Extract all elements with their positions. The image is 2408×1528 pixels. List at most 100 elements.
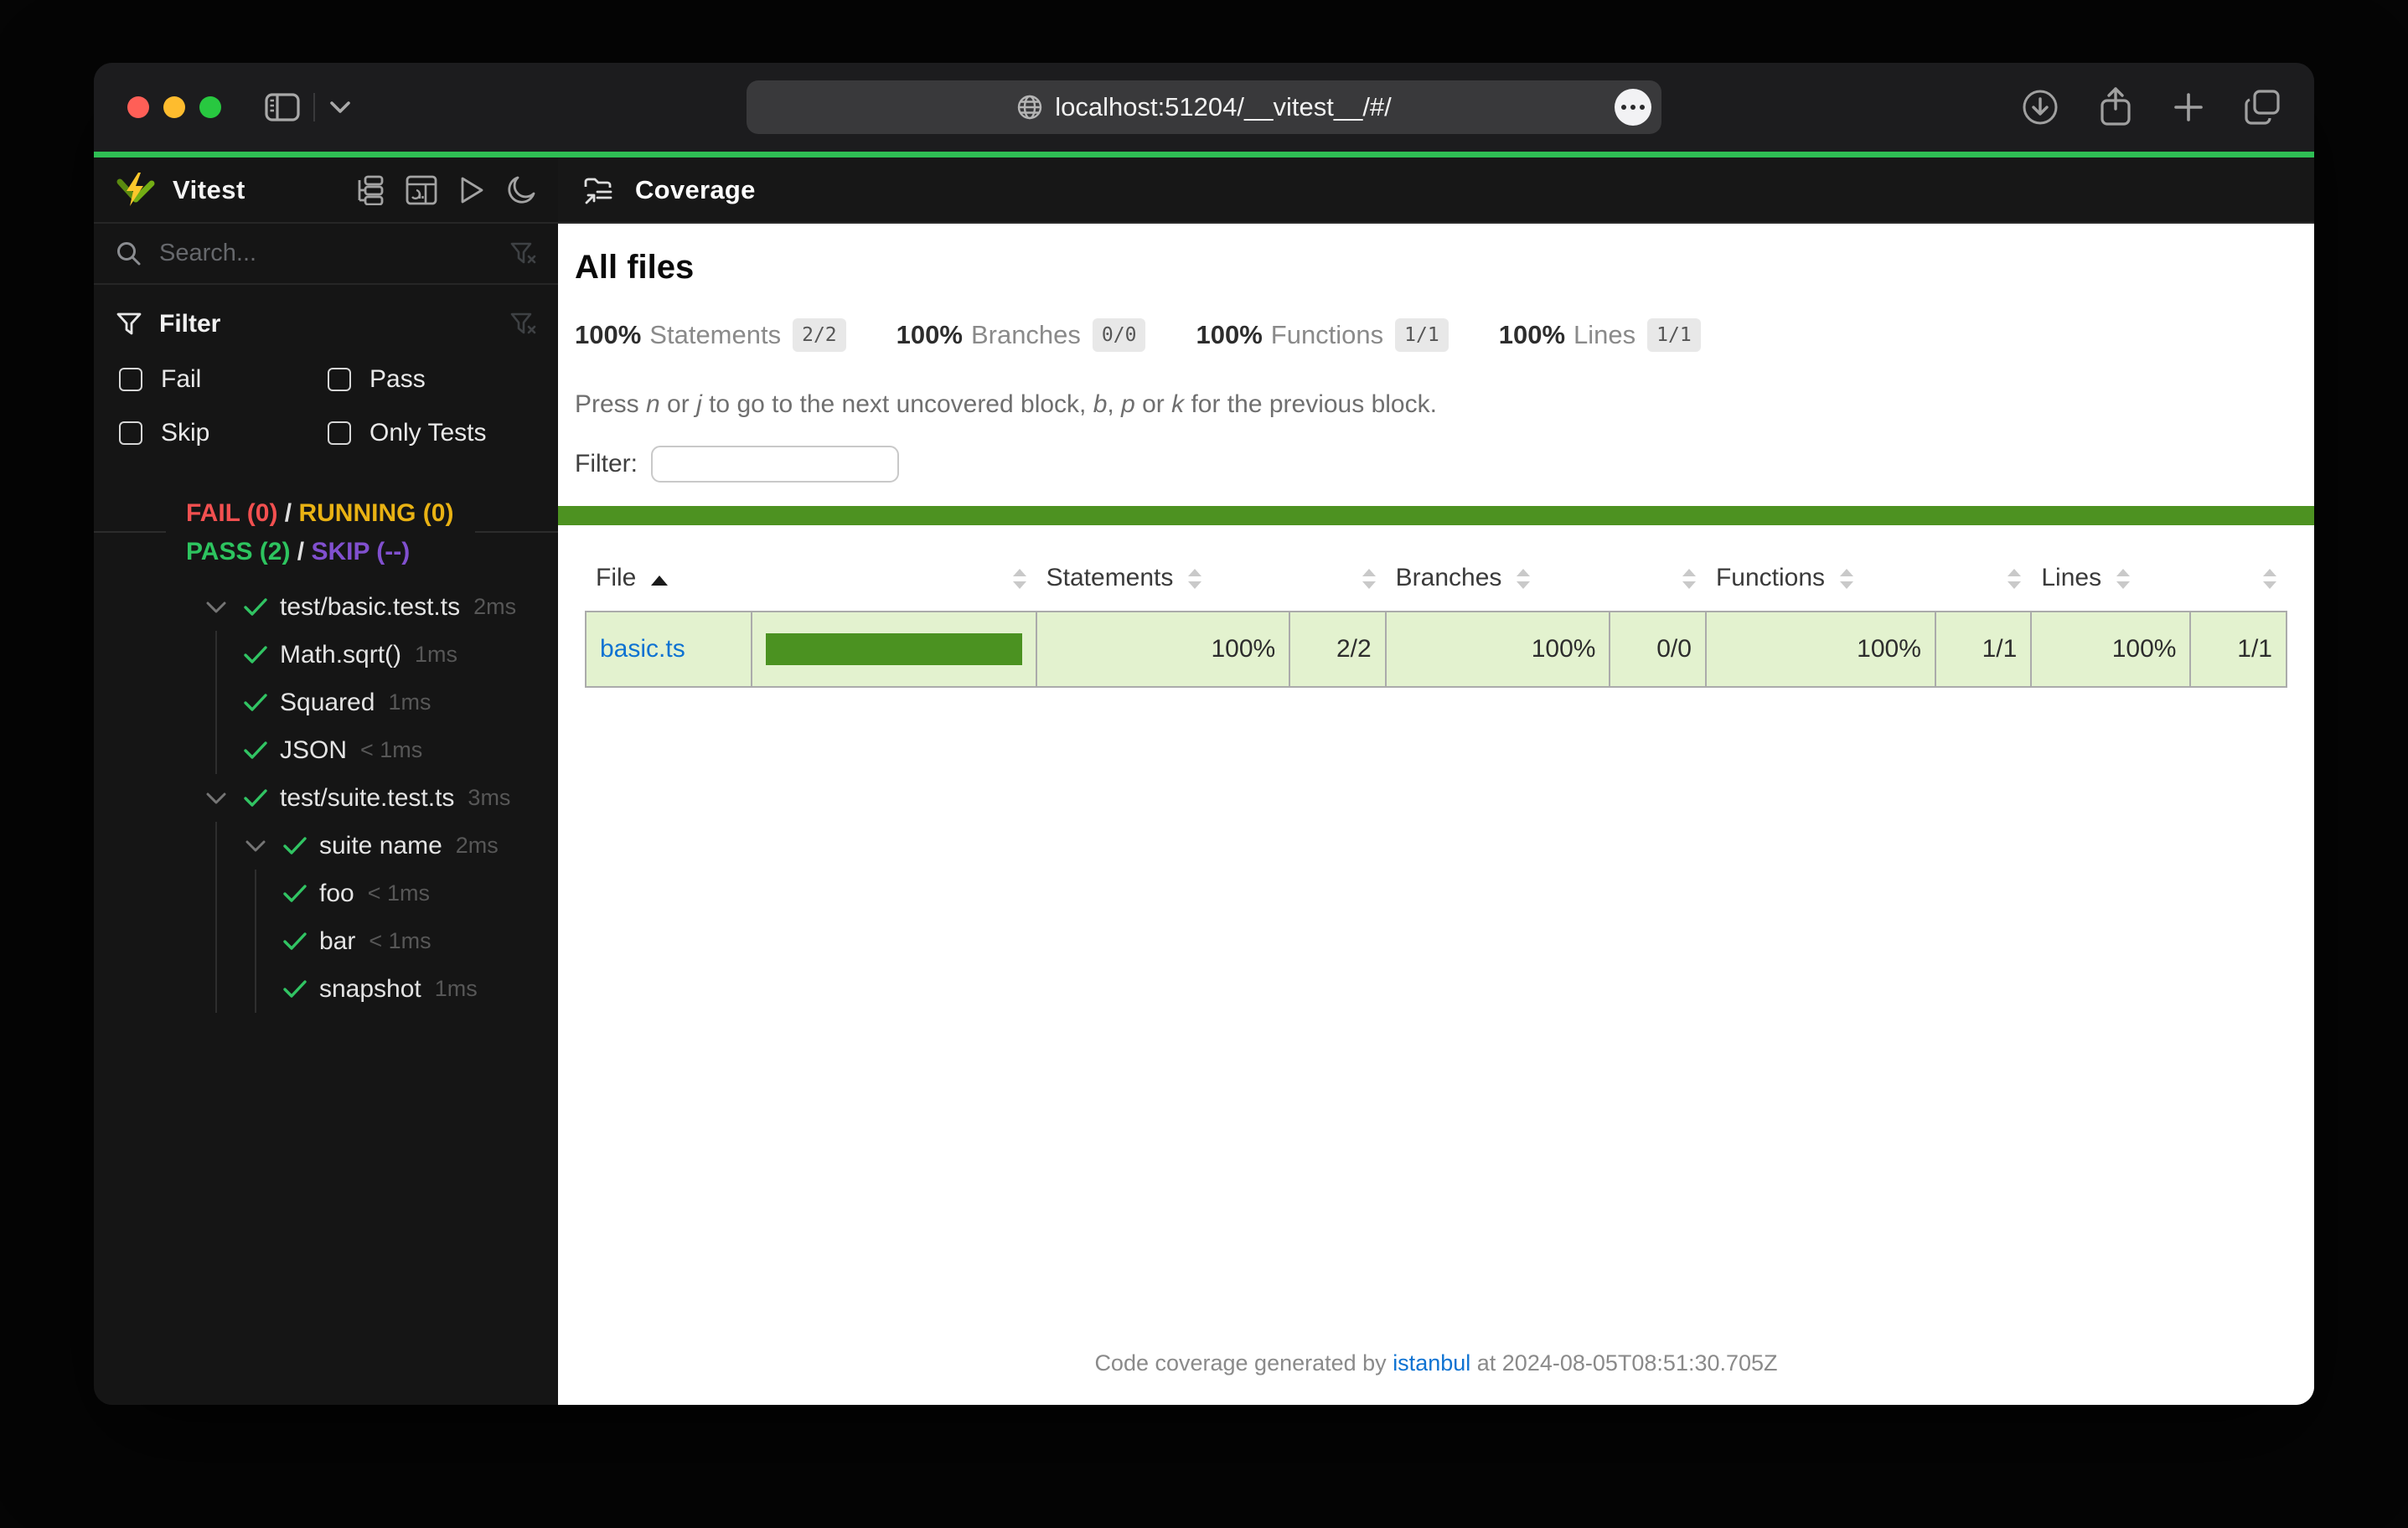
filter-checkbox[interactable]: Pass: [328, 365, 536, 394]
test-name: suite name: [319, 831, 442, 860]
clear-filter-icon[interactable]: [509, 241, 536, 266]
tree-row[interactable]: test/suite.test.ts 3ms: [94, 774, 558, 822]
chevron-down-icon[interactable]: [196, 774, 235, 822]
test-duration: 2ms: [473, 594, 517, 619]
download-icon: [2023, 90, 2058, 125]
column-header-functions[interactable]: Functions: [1706, 545, 1935, 612]
stat-label: Lines: [1573, 320, 1636, 349]
column-header-lines-fraction[interactable]: [2190, 545, 2287, 612]
pass-count: PASS (2): [186, 538, 291, 565]
tree-view-button[interactable]: [355, 175, 385, 205]
checkbox[interactable]: [328, 421, 351, 445]
check-icon: [235, 679, 275, 726]
tree-indent-guide: [235, 965, 275, 1013]
stat-percent: 100%: [1498, 320, 1566, 349]
test-name: test/basic.test.ts: [280, 592, 461, 621]
column-header-functions-fraction[interactable]: [1935, 545, 2031, 612]
sort-icon: [1188, 569, 1202, 590]
toolbar-divider: [313, 93, 315, 121]
file-link[interactable]: basic.ts: [600, 635, 685, 663]
filter-checkbox[interactable]: Skip: [119, 419, 328, 447]
coverage-stat: 100% Statements 2/2: [575, 318, 846, 352]
coverage-table: File Statements Branches Functions Lines…: [584, 545, 2287, 688]
tab-group-chevron-button[interactable]: [328, 100, 352, 115]
column-header-branches[interactable]: Branches: [1386, 545, 1610, 612]
tree-row[interactable]: foo < 1ms: [94, 870, 558, 917]
check-icon: [275, 870, 314, 917]
column-header-file[interactable]: File: [586, 545, 752, 612]
stat-fraction: 1/1: [1395, 318, 1449, 352]
clear-filter-icon[interactable]: [509, 312, 536, 337]
skip-count: SKIP (--): [311, 538, 411, 565]
downloads-button[interactable]: [2021, 88, 2059, 126]
column-header-branches-fraction[interactable]: [1610, 545, 1705, 612]
browser-window: localhost:51204/__vitest__/#/ Vitest Sea…: [94, 63, 2314, 1405]
filter-checkbox[interactable]: Only Tests: [328, 419, 536, 447]
globe-icon: [1018, 95, 1042, 120]
share-button[interactable]: [2098, 86, 2133, 128]
filter-options: Fail Pass Skip Only Tests: [116, 365, 536, 447]
column-header-statements-fraction[interactable]: [1289, 545, 1385, 612]
column-header-chart[interactable]: [752, 545, 1036, 612]
filter-icon: [116, 312, 142, 335]
test-duration: 1ms: [434, 976, 478, 1001]
theme-toggle-button[interactable]: [506, 175, 536, 205]
test-name: JSON: [280, 736, 348, 764]
tree-row[interactable]: JSON < 1ms: [94, 726, 558, 774]
test-name: snapshot: [319, 974, 421, 1003]
tree-row[interactable]: bar < 1ms: [94, 917, 558, 965]
tree-row[interactable]: suite name 2ms: [94, 822, 558, 870]
browser-toolbar: localhost:51204/__vitest__/#/: [94, 63, 2314, 152]
coverage-filter-input[interactable]: [651, 446, 899, 483]
tree-row[interactable]: Math.sqrt() 1ms: [94, 631, 558, 679]
sidebar-header: Vitest: [94, 157, 558, 224]
address-bar[interactable]: localhost:51204/__vitest__/#/: [747, 80, 1661, 134]
istanbul-link[interactable]: istanbul: [1393, 1350, 1470, 1376]
tree-row[interactable]: test/basic.test.ts 2ms: [94, 583, 558, 631]
search-input[interactable]: [159, 240, 493, 267]
coverage-title: Coverage: [635, 174, 756, 204]
tree-row[interactable]: snapshot 1ms: [94, 965, 558, 1013]
window-controls: [127, 96, 221, 118]
test-summary: FAIL (0) / RUNNING (0) PASS (2) / SKIP (…: [94, 491, 558, 575]
filter-checkbox[interactable]: Fail: [119, 365, 328, 394]
table-row: basic.ts 100% 2/2 100% 0/0 100% 1/1 100%…: [584, 611, 2287, 688]
checkbox[interactable]: [119, 421, 142, 445]
filter-label: Filter:: [575, 450, 638, 478]
coverage-nav: Coverage: [558, 157, 2314, 224]
stat-percent: 100%: [896, 320, 963, 349]
chevron-down-icon[interactable]: [235, 822, 275, 870]
tree-indent-guide: [196, 822, 235, 870]
page-options-button[interactable]: [1615, 89, 1651, 126]
new-tab-button[interactable]: [2172, 90, 2205, 124]
minimize-window-button[interactable]: [163, 96, 185, 118]
checkbox[interactable]: [328, 368, 351, 391]
chevron-down-icon: [330, 101, 350, 113]
tabs-icon: [2245, 90, 2280, 125]
stat-label: Statements: [649, 320, 782, 349]
stat-fraction: 1/1: [1647, 318, 1701, 352]
stat-label: Branches: [970, 320, 1081, 349]
tree-indent-guide: [196, 965, 235, 1013]
column-header-statements[interactable]: Statements: [1036, 545, 1290, 612]
zoom-window-button[interactable]: [199, 96, 221, 118]
summary-line-2: PASS (2) / SKIP (--): [186, 538, 411, 565]
tree-row[interactable]: Squared 1ms: [94, 679, 558, 726]
coverage-bar: [766, 633, 1022, 665]
toggle-sidebar-button[interactable]: [265, 92, 300, 122]
tree-indent-guide: [235, 870, 275, 917]
coverage-status-line: [558, 506, 2314, 525]
column-header-lines[interactable]: Lines: [2031, 545, 2190, 612]
chevron-down-icon[interactable]: [196, 583, 235, 631]
dashboard-button[interactable]: [406, 175, 437, 205]
checkbox[interactable]: [119, 368, 142, 391]
run-all-button[interactable]: [457, 175, 486, 205]
coverage-bar-cell: [751, 611, 1037, 688]
vitest-accent-line: [94, 152, 2314, 157]
tree-indent-guide: [196, 679, 235, 726]
checkbox-label: Only Tests: [369, 419, 487, 447]
close-window-button[interactable]: [127, 96, 149, 118]
tab-overview-button[interactable]: [2244, 89, 2282, 126]
test-name: test/suite.test.ts: [280, 783, 455, 812]
sort-icon: [2008, 569, 2022, 590]
